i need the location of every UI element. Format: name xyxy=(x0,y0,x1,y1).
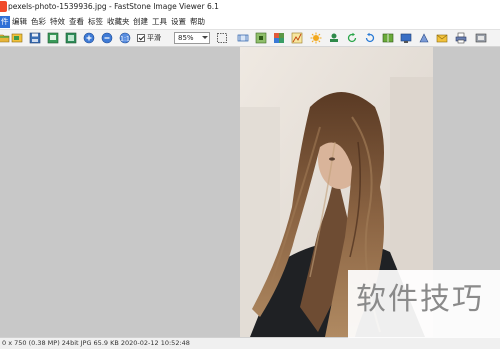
menu-tools[interactable]: 工具 xyxy=(151,16,168,28)
select-icon[interactable] xyxy=(216,32,228,44)
rotate-left-icon[interactable] xyxy=(346,32,358,44)
window-title: pexels-photo-1539936.jpg - FastStone Ima… xyxy=(8,2,219,11)
menu-settings[interactable]: 设置 xyxy=(170,16,187,28)
smooth-checkbox[interactable] xyxy=(137,34,145,42)
menu-effects[interactable]: 特效 xyxy=(49,16,66,28)
menu-edit[interactable]: 编辑 xyxy=(11,16,28,28)
zoom-value: 85% xyxy=(178,34,194,42)
zoom-in-icon[interactable] xyxy=(83,32,95,44)
resize-icon[interactable] xyxy=(255,32,267,44)
watermark: 软件技巧 xyxy=(348,270,500,338)
email-icon[interactable] xyxy=(436,32,448,44)
rotate-right-icon[interactable] xyxy=(364,32,376,44)
levels-icon[interactable] xyxy=(291,32,303,44)
status-text: 0 x 750 (0.38 MP) 24bit JPG 65.9 KB 2020… xyxy=(2,339,190,347)
menu-favorites[interactable]: 收藏夹 xyxy=(106,16,131,28)
settings-icon[interactable] xyxy=(475,32,487,44)
menu-create[interactable]: 创建 xyxy=(132,16,149,28)
menu-help[interactable]: 帮助 xyxy=(189,16,206,28)
watermark-text: 软件技巧 xyxy=(356,282,484,317)
browse-icon[interactable] xyxy=(11,32,23,44)
actual-size-icon[interactable]: 1:1 xyxy=(119,32,131,44)
color-icon[interactable] xyxy=(273,32,285,44)
brightness-icon[interactable] xyxy=(310,32,322,44)
slideshow-icon[interactable] xyxy=(65,32,77,44)
stamp-icon[interactable] xyxy=(328,32,340,44)
zoom-select[interactable]: 85% xyxy=(174,32,210,44)
zoom-out-icon[interactable] xyxy=(101,32,113,44)
open-folder-icon[interactable] xyxy=(0,32,10,44)
menu-color[interactable]: 色彩 xyxy=(30,16,47,28)
menu-file[interactable]: 件 xyxy=(0,16,10,28)
menu-tags[interactable]: 标签 xyxy=(87,16,104,28)
save-as-icon[interactable] xyxy=(47,32,59,44)
chevron-down-icon xyxy=(202,36,208,39)
app-icon xyxy=(0,1,7,12)
svg-text:1:1: 1:1 xyxy=(120,35,130,42)
status-bar: 0 x 750 (0.38 MP) 24bit JPG 65.9 KB 2020… xyxy=(0,337,500,349)
crop-icon[interactable] xyxy=(237,32,249,44)
compare-icon[interactable] xyxy=(418,32,430,44)
flip-icon[interactable] xyxy=(382,32,394,44)
menu-view[interactable]: 查看 xyxy=(68,16,85,28)
menu-bar: 件 编辑 色彩 特效 查看 标签 收藏夹 创建 工具 设置 帮助 xyxy=(0,14,500,30)
save-icon[interactable] xyxy=(29,32,41,44)
toolbar: 1:1 平滑 85% xyxy=(0,30,500,47)
wallpaper-icon[interactable] xyxy=(400,32,412,44)
print-icon[interactable] xyxy=(455,32,467,44)
title-bar: pexels-photo-1539936.jpg - FastStone Ima… xyxy=(0,0,500,14)
smooth-label: 平滑 xyxy=(147,34,161,42)
